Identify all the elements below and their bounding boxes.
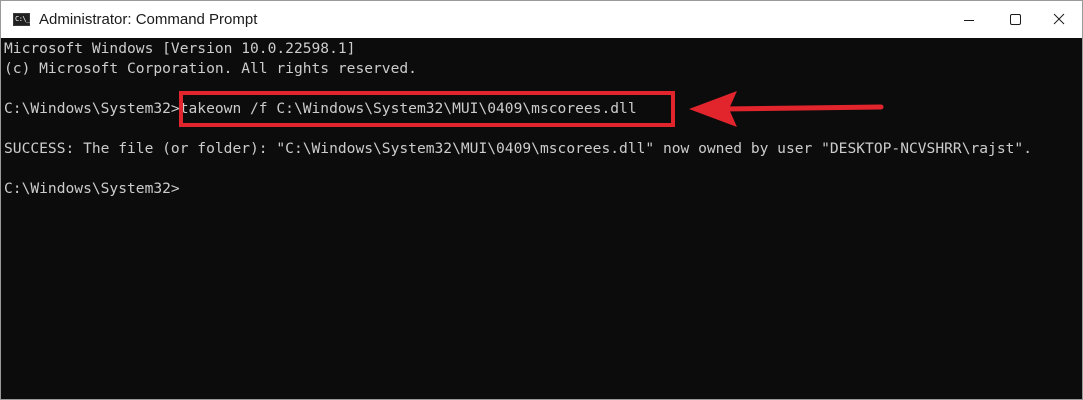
console-output[interactable]: Microsoft Windows [Version 10.0.22598.1]… — [1, 38, 1082, 399]
console-line-success: SUCCESS: The file (or folder): "C:\Windo… — [4, 140, 1032, 157]
command-prompt-icon-glyph: C:\_ — [15, 15, 30, 23]
minimize-icon — [964, 20, 974, 21]
command-prompt-window: C:\_ Administrator: Command Prompt Micro… — [0, 0, 1083, 400]
close-icon — [1053, 13, 1065, 25]
console-line-version: Microsoft Windows [Version 10.0.22598.1] — [4, 40, 356, 57]
console-line-copyright: (c) Microsoft Corporation. All rights re… — [4, 60, 417, 77]
close-button[interactable] — [1036, 1, 1082, 38]
command-prompt-icon[interactable]: C:\_ — [13, 13, 30, 26]
maximize-icon — [1010, 14, 1021, 25]
minimize-button[interactable] — [946, 1, 992, 38]
window-title: Administrator: Command Prompt — [39, 11, 258, 28]
annotation-arrow-icon — [689, 91, 884, 127]
command-highlight-box — [179, 91, 675, 127]
console-line-prompt: C:\Windows\System32> — [4, 180, 180, 197]
title-bar[interactable]: C:\_ Administrator: Command Prompt — [1, 1, 1082, 38]
maximize-button[interactable] — [992, 1, 1038, 38]
